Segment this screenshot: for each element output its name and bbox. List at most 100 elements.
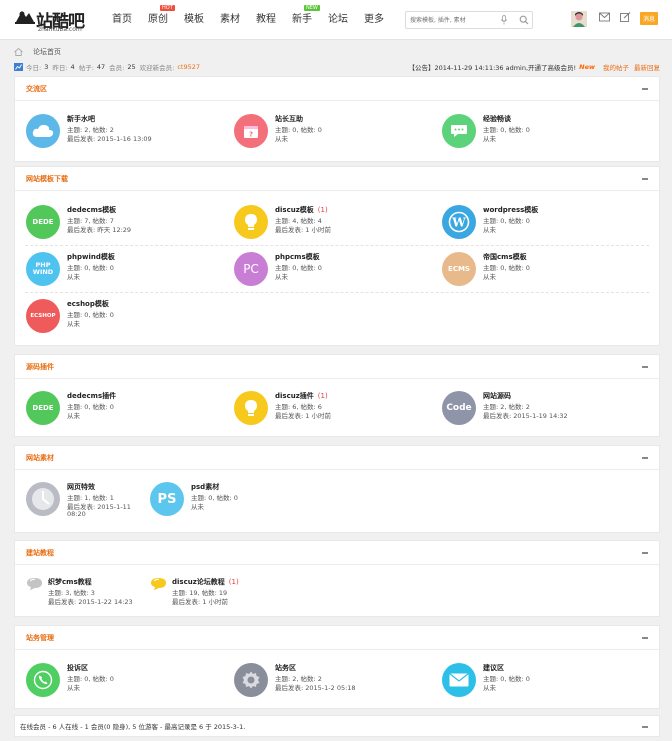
nav-beginner[interactable]: 新手 NEW	[292, 0, 320, 40]
forum-item[interactable]: DEDE dedecms模板 主题: 7, 帖数: 7 最后发表: 昨天 12:…	[26, 205, 226, 245]
breadcrumb-current[interactable]: 论坛首页	[33, 47, 61, 57]
mail-icon	[442, 663, 476, 697]
forum-item[interactable]: PHP WIND phpwind模板 主题: 0, 帖数: 0 从未	[26, 252, 226, 292]
forum-last-post: 从未	[275, 273, 288, 281]
home-icon[interactable]	[14, 48, 23, 56]
forum-item[interactable]: ECMS 帝国cms模板 主题: 0, 帖数: 0 从未	[442, 252, 642, 292]
collapse-icon[interactable]	[642, 457, 648, 459]
code-icon: Code	[442, 391, 476, 425]
top-bar: 站酷吧 zhankuba.com 首页 原创 HOT 模板 素材 教程 新手 NEW…	[0, 0, 672, 40]
nav-tutorials[interactable]: 教程	[256, 0, 276, 40]
forum-last-post: 最后发表: 2015-1-19 14:32	[483, 412, 568, 420]
collapse-icon[interactable]	[642, 178, 648, 180]
forum-item[interactable]: 建议区 主题: 0, 帖数: 0 从未	[442, 663, 642, 703]
section-title[interactable]: 建站教程	[26, 548, 54, 558]
ecshop-icon: ECSHOP	[26, 299, 60, 333]
today-count: (1)	[317, 206, 328, 214]
section-title[interactable]: 网站素材	[26, 453, 54, 463]
edit-icon[interactable]	[620, 12, 631, 22]
nav-label: 论坛	[328, 14, 348, 25]
search-input[interactable]	[410, 14, 496, 26]
latest-replies-link[interactable]: 最新回复	[634, 62, 660, 72]
forum-item[interactable]: W wordpress模板 主题: 0, 帖数: 0 从未	[442, 205, 642, 245]
nav-label: 教程	[256, 14, 276, 25]
forum-item[interactable]: ? 站长互助 主题: 0, 帖数: 0 从未	[234, 114, 434, 154]
nav-original[interactable]: 原创 HOT	[148, 0, 175, 40]
forum-title: 网页特效	[67, 483, 95, 491]
section-tutorials: 建站教程 织梦cms教程 主题: 3, 帖数: 3 最后发表: 2015-1-2…	[14, 540, 660, 617]
forum-last-post: 从未	[191, 503, 204, 511]
forum-item[interactable]: 经验畅谈 主题: 0, 帖数: 0 从未	[442, 114, 642, 154]
discuz-icon	[234, 391, 268, 425]
nav-materials[interactable]: 素材	[220, 0, 240, 40]
forum-title: discuz模板	[275, 206, 314, 214]
microphone-icon[interactable]	[500, 15, 508, 25]
forum-title: 建议区	[483, 664, 504, 672]
forum-item[interactable]: PC phpcms模板 主题: 0, 帖数: 0 从未	[234, 252, 434, 292]
forum-name: psd素材	[191, 482, 219, 492]
my-posts-link[interactable]: 我的帖子	[603, 62, 629, 72]
forum-item[interactable]: 新手水吧 主题: 2, 帖数: 2 最后发表: 2015-1-16 13:09	[26, 114, 226, 154]
newest-member-label: 欢迎新会员:	[139, 64, 175, 72]
nav-label: 首页	[112, 14, 132, 25]
section-title[interactable]: 网站模板下载	[26, 174, 68, 184]
section-materials: 网站素材 网页特效 主题: 1, 帖数: 1 最后发表: 2015-1-11 0…	[14, 445, 660, 533]
nav-forum[interactable]: 论坛	[328, 0, 348, 40]
nav-more[interactable]: 更多	[364, 0, 384, 40]
forum-item[interactable]: DEDE dedecms插件 主题: 0, 帖数: 0 从未	[26, 391, 226, 431]
cloud-icon	[26, 114, 60, 148]
collapse-icon[interactable]	[642, 366, 648, 368]
forum-last-post: 从未	[483, 273, 496, 281]
forum-stats: 今日: 3 昨日: 4 帖子: 47 会员: 25 欢迎新会员: ct9527	[14, 62, 200, 72]
forum-name: wordpress模板	[483, 205, 538, 215]
today-count: 3	[44, 63, 49, 71]
forum-item[interactable]: 投诉区 主题: 0, 帖数: 0 从未	[26, 663, 226, 703]
section-header: 源码插件	[15, 355, 659, 379]
collapse-icon[interactable]	[642, 552, 648, 554]
newest-member-link[interactable]: ct9527	[177, 63, 200, 71]
avatar-image-icon	[571, 11, 587, 27]
yesterday-label: 昨日:	[52, 64, 68, 72]
row-divider	[25, 245, 649, 246]
nav-templates[interactable]: 模板	[184, 0, 204, 40]
nav-home[interactable]: 首页	[112, 0, 132, 40]
collapse-icon[interactable]	[642, 88, 648, 90]
discuz-icon	[234, 205, 268, 239]
forum-item[interactable]: discuz插件 (1) 主题: 6, 帖数: 6 最后发表: 1 小时前	[234, 391, 434, 431]
forum-item[interactable]: ECSHOP ecshop模板 主题: 0, 帖数: 0 从未	[26, 299, 226, 339]
message-button[interactable]: 消息	[640, 12, 659, 25]
new-badge: NEW	[304, 5, 320, 11]
search-icon[interactable]	[519, 15, 529, 25]
nav-label: 原创	[148, 14, 168, 25]
announcement-text[interactable]: 【公告】2014-11-29 14:11:36 admin,开通了高级会员!	[409, 62, 577, 72]
forum-title: phpcms模板	[275, 253, 320, 261]
forum-item[interactable]: discuz论坛教程 (1) 主题: 19, 帖数: 19 最后发表: 1 小时前	[150, 577, 350, 617]
forum-item[interactable]: PS psd素材 主题: 0, 帖数: 0 从未	[150, 482, 350, 522]
online-members-bar: 在线会员 - 6 人在线 - 1 会员(0 隐身), 5 位游客 - 最高记录是…	[14, 715, 660, 737]
logo-mark-icon	[15, 11, 35, 24]
hot-badge: HOT	[160, 5, 175, 11]
forum-last-post-time: 08:20	[67, 510, 86, 518]
collapse-icon[interactable]	[642, 726, 648, 728]
forum-item[interactable]: 站务区 主题: 2, 帖数: 2 最后发表: 2015-1-2 05:18	[234, 663, 434, 703]
forum-item[interactable]: Code 网站源码 主题: 2, 帖数: 2 最后发表: 2015-1-19 1…	[442, 391, 642, 431]
forum-name: discuz模板 (1)	[275, 205, 328, 215]
section-plugins: 源码插件 DEDE dedecms插件 主题: 0, 帖数: 0 从未 disc…	[14, 354, 660, 437]
icon-label: PHP WIND	[32, 261, 54, 276]
section-title[interactable]: 源码插件	[26, 362, 54, 372]
section-templates: 网站模板下载 DEDE dedecms模板 主题: 7, 帖数: 7 最后发表:…	[14, 166, 660, 346]
forum-last-post: 从未	[483, 226, 496, 234]
forum-item[interactable]: discuz模板 (1) 主题: 4, 帖数: 4 最后发表: 1 小时前	[234, 205, 434, 245]
collapse-icon[interactable]	[642, 637, 648, 639]
site-logo[interactable]: 站酷吧 zhankuba.com	[14, 6, 90, 34]
icon-label: DEDE	[32, 218, 54, 226]
envelope-icon[interactable]	[599, 12, 610, 22]
today-label: 今日:	[26, 64, 42, 72]
forum-title: dedecms模板	[67, 206, 117, 214]
forum-name: 站长互助	[275, 114, 303, 124]
empirecms-icon: ECMS	[442, 252, 476, 286]
user-avatar[interactable]	[571, 11, 587, 27]
section-title[interactable]: 站务管理	[26, 633, 54, 643]
section-title[interactable]: 交流区	[26, 84, 47, 94]
row-divider	[25, 292, 649, 293]
